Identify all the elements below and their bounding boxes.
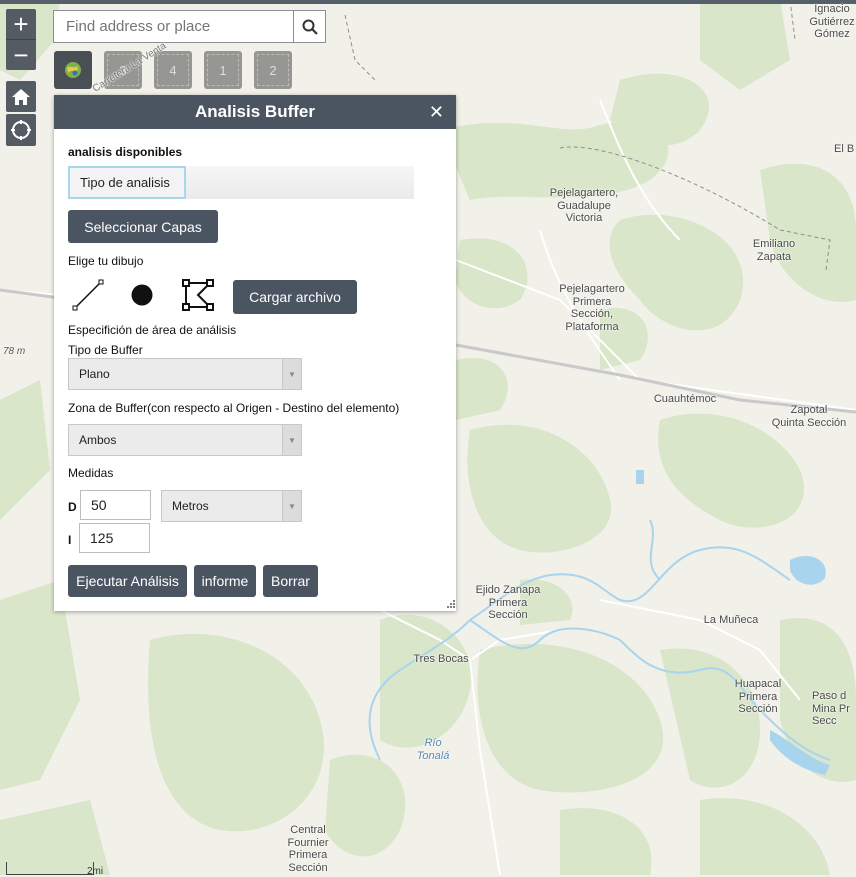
scale-label: 2mi [87,866,104,877]
home-button[interactable] [6,81,36,112]
unit-select[interactable]: Metros ▼ [161,490,302,522]
draw-polygon-icon[interactable] [182,279,214,311]
search-box [53,10,326,43]
widget-button-2[interactable]: 2 [254,51,292,89]
map-label: Zapotal Quinta Sección [771,404,847,429]
map-label: Emiliano Zapata [752,238,796,263]
panel-header: Analisis Buffer ✕ [54,95,456,129]
select-layers-button[interactable]: Seleccionar Capas [68,210,218,243]
buffer-zone-select[interactable]: Ambos ▼ [68,424,302,456]
crosshair-icon [11,120,31,140]
d-label: D [68,500,77,514]
map-label: Ejido Zanapa Primera Sección [475,584,541,621]
distance-i-input[interactable]: 125 [79,523,150,553]
map-label: Tres Bocas [413,653,469,665]
draw-point-icon[interactable] [130,283,154,307]
map-label: Pejelagartero, Guadalupe Victoria [549,187,619,224]
widget-label: 2 [257,54,289,86]
elevation-label: 78 m [3,346,26,357]
map-label: El B [834,143,855,155]
widget-button-1[interactable]: 1 [204,51,242,89]
resize-handle-icon[interactable] [446,599,456,609]
map-label: Central Fournier Primera Sección [287,824,329,874]
tab-analysis-type[interactable]: Tipo de analisis [68,166,186,199]
unit-value: Metros [172,499,209,513]
analysis-tabbar: Tipo de analisis [68,166,414,199]
widget-label: 4 [157,54,189,86]
map-label: La Muñeca [703,614,759,626]
run-analysis-button[interactable]: Ejecutar Análisis [68,565,187,597]
buffer-zone-label: Zona de Buffer(con respecto al Origen - … [68,401,400,415]
close-icon[interactable]: ✕ [429,102,444,123]
widget-label: 1 [207,54,239,86]
map-label: Cuauhtémoc [653,393,717,405]
available-analysis-label: analisis disponibles [68,145,183,159]
chevron-down-icon: ▼ [282,425,301,455]
draw-line-icon[interactable] [72,279,104,311]
zoom-out-button[interactable]: − [6,40,36,70]
buffer-type-value: Plano [79,367,110,381]
draw-label: Elige tu dibujo [68,254,144,268]
widget-button-buffer[interactable] [54,51,92,89]
search-button[interactable] [293,10,326,43]
buffer-type-select[interactable]: Plano ▼ [68,358,302,390]
buffer-type-label: Tipo de Buffer [68,343,143,357]
chevron-down-icon: ▼ [282,359,301,389]
report-button[interactable]: informe [194,565,256,597]
measures-label: Medidas [68,466,114,480]
map-label: Huapacal Primera Sección [734,678,782,715]
chevron-down-icon: ▼ [282,491,301,521]
home-icon [12,88,30,105]
search-input[interactable] [53,10,294,43]
distance-d-input[interactable]: 50 [80,490,151,520]
zoom-in-button[interactable]: + [6,9,36,40]
panel-title: Analisis Buffer [195,102,315,121]
top-bar [0,0,856,4]
search-icon [302,19,318,35]
map-label: Paso d Mina Pr Secc [812,690,850,727]
buffer-zone-value: Ambos [79,433,117,447]
map-label: Pejelagartero Primera Sección, Plataform… [559,283,625,333]
plus-icon: + [13,8,29,39]
minus-icon: − [13,39,29,70]
load-file-button[interactable]: Cargar archivo [233,280,357,314]
map-label: Ignacio Gutiérrez Gómez [809,3,855,40]
globe-icon [65,62,81,78]
scale-bar [6,862,94,875]
buffer-analysis-panel: Analisis Buffer ✕ analisis disponibles T… [54,95,456,611]
area-spec-label: Especifición de área de análisis [68,323,237,337]
river-label: Río Tonalá [416,737,450,762]
clear-button[interactable]: Borrar [263,565,318,597]
locate-button[interactable] [6,114,36,146]
i-label: I [68,533,72,547]
